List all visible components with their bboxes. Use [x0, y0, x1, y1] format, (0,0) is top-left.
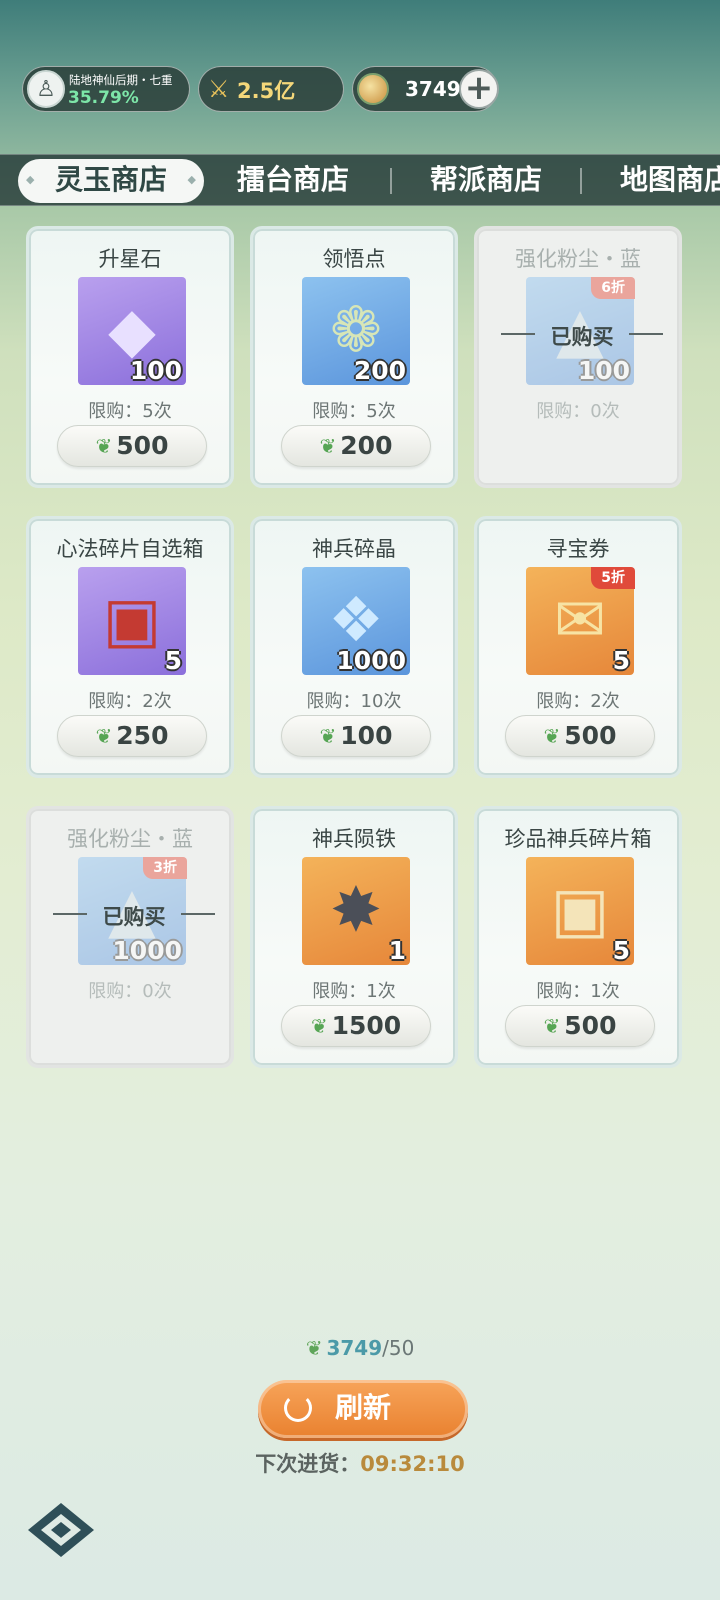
discount-badge: 3折 — [143, 857, 187, 879]
buy-button[interactable]: ❦ 250 — [57, 715, 207, 757]
item-quantity: 1 — [388, 936, 406, 965]
purchased-label: 已购买 — [53, 901, 215, 931]
discount-badge: 5折 — [591, 567, 635, 589]
status-bar: ♙ 陆地神仙后期・七重 35.79% ⚔ 2.5亿 3749 + — [22, 66, 502, 114]
shop-item-card[interactable]: 升星石 ◆ 100 限购：5次 ❦ 500 — [26, 226, 234, 488]
shop-item-card[interactable]: 神兵陨铁 ✸ 1 限购：1次 ❦ 1500 — [250, 806, 458, 1068]
shop-item-card[interactable]: 心法碎片自选箱 ▣ 5 限购：2次 ❦ 250 — [26, 516, 234, 778]
realm-text: 陆地神仙后期・七重 — [69, 73, 173, 87]
item-image: ▣ 5 — [526, 857, 634, 965]
price-value: 250 — [116, 721, 169, 750]
restock-label: 下次进货： — [255, 1452, 361, 1476]
jade-leaf-icon: ❦ — [305, 1336, 323, 1360]
item-quantity: 5 — [164, 646, 182, 675]
buy-button[interactable]: ❦ 200 — [281, 425, 431, 467]
price-value: 200 — [340, 431, 393, 460]
purchase-limit: 限购：10次 — [306, 691, 402, 712]
jade-leaf-icon: ❦ — [319, 434, 337, 458]
buy-button[interactable]: ❦ 500 — [57, 425, 207, 467]
item-image: ▣ 5 — [78, 567, 186, 675]
item-name: 升星石 — [98, 247, 162, 271]
jade-leaf-icon: ❦ — [95, 434, 113, 458]
combat-power-value: 2.5亿 — [237, 79, 296, 103]
tab-divider — [580, 168, 582, 194]
tab-arena-shop[interactable]: 擂台商店 — [237, 155, 349, 205]
tab-jade-shop[interactable]: 灵玉商店 — [18, 159, 204, 203]
avatar-icon: ♙ — [27, 70, 65, 108]
item-name: 寻宝券 — [546, 537, 610, 561]
jade-leaf-icon: ❦ — [543, 1014, 561, 1038]
shop-item-card[interactable]: 神兵碎晶 ❖ 1000 限购：10次 ❦ 100 — [250, 516, 458, 778]
item-name: 强化粉尘・蓝 — [67, 827, 193, 851]
price-value: 500 — [564, 721, 617, 750]
combat-power-badge[interactable]: ⚔ 2.5亿 — [198, 66, 344, 112]
purchase-limit: 限购：5次 — [312, 401, 396, 422]
purchased-label: 已购买 — [501, 321, 663, 351]
restock-time: 09:32:10 — [360, 1452, 465, 1476]
item-name: 领悟点 — [322, 247, 386, 271]
item-name: 神兵陨铁 — [312, 827, 396, 851]
tab-map-shop[interactable]: 地图商店 — [620, 155, 720, 205]
purchase-limit: 限购：1次 — [312, 981, 396, 1002]
item-image: ◆ 100 — [78, 277, 186, 385]
buy-button[interactable]: ❦ 100 — [281, 715, 431, 757]
add-jade-button[interactable]: + — [459, 69, 499, 109]
menu-logo-icon[interactable] — [24, 1500, 98, 1560]
purchase-limit: 限购：5次 — [88, 401, 172, 422]
buy-button[interactable]: ❦ 500 — [505, 1005, 655, 1047]
purchase-limit: 限购：2次 — [536, 691, 620, 712]
item-name: 珍品神兵碎片箱 — [504, 827, 652, 851]
item-name: 神兵碎晶 — [312, 537, 396, 561]
item-quantity: 1000 — [112, 936, 182, 965]
purchase-limit: 限购：1次 — [536, 981, 620, 1002]
buy-button[interactable]: ❦ 1500 — [281, 1005, 431, 1047]
refresh-cost-value: /50 — [382, 1336, 415, 1360]
tab-guild-shop[interactable]: 帮派商店 — [430, 155, 542, 205]
item-image: ❖ 1000 — [302, 567, 410, 675]
realm-badge[interactable]: ♙ 陆地神仙后期・七重 35.79% — [22, 66, 190, 112]
restock-timer: 下次进货：09:32:10 — [0, 1448, 720, 1478]
item-quantity: 100 — [129, 356, 182, 385]
jade-leaf-icon: ❦ — [543, 724, 561, 748]
price-value: 1500 — [331, 1011, 402, 1040]
jade-leaf-icon: ❦ — [95, 724, 113, 748]
price-value: 100 — [340, 721, 393, 750]
refresh-icon: ↻ — [284, 1394, 312, 1422]
item-name: 心法碎片自选箱 — [56, 537, 204, 561]
jade-coin-icon — [357, 73, 389, 105]
buy-button[interactable]: ❦ 500 — [505, 715, 655, 757]
item-name: 强化粉尘・蓝 — [515, 247, 641, 271]
tab-divider — [390, 168, 392, 194]
purchase-limit: 限购：0次 — [536, 401, 620, 422]
item-quantity: 100 — [577, 356, 630, 385]
jade-currency-badge[interactable]: 3749 + — [352, 66, 499, 112]
item-image: ✸ 1 — [302, 857, 410, 965]
jade-leaf-icon: ❦ — [319, 724, 337, 748]
purchase-limit: 限购：2次 — [88, 691, 172, 712]
item-image: ❁ 200 — [302, 277, 410, 385]
shop-tabs: 灵玉商店 擂台商店 帮派商店 地图商店 — [0, 154, 720, 206]
crossed-swords-icon: ⚔ — [208, 75, 230, 103]
shop-item-card: 强化粉尘・蓝 ▲ 100 6折 已购买 限购：0次 — [474, 226, 682, 488]
realm-progress: 35.79% — [68, 88, 139, 108]
refresh-cost: ❦ 3749/50 — [0, 1336, 720, 1360]
purchase-limit: 限购：0次 — [88, 981, 172, 1002]
price-value: 500 — [116, 431, 169, 460]
balance-current: 3749 — [326, 1336, 383, 1360]
discount-badge: 6折 — [591, 277, 635, 299]
shop-item-card[interactable]: 寻宝券 ✉ 5 5折 限购：2次 ❦ 500 — [474, 516, 682, 778]
jade-leaf-icon: ❦ — [310, 1014, 328, 1038]
shop-item-card[interactable]: 珍品神兵碎片箱 ▣ 5 限购：1次 ❦ 500 — [474, 806, 682, 1068]
refresh-button[interactable]: ↻ 刷新 — [258, 1380, 468, 1438]
refresh-label: 刷新 — [334, 1391, 391, 1424]
jade-amount: 3749 — [405, 77, 461, 101]
item-quantity: 5 — [612, 646, 630, 675]
item-quantity: 1000 — [336, 646, 406, 675]
shop-item-card: 强化粉尘・蓝 ▲ 1000 3折 已购买 限购：0次 — [26, 806, 234, 1068]
price-value: 500 — [564, 1011, 617, 1040]
item-quantity: 200 — [353, 356, 406, 385]
shop-item-card[interactable]: 领悟点 ❁ 200 限购：5次 ❦ 200 — [250, 226, 458, 488]
item-quantity: 5 — [612, 936, 630, 965]
